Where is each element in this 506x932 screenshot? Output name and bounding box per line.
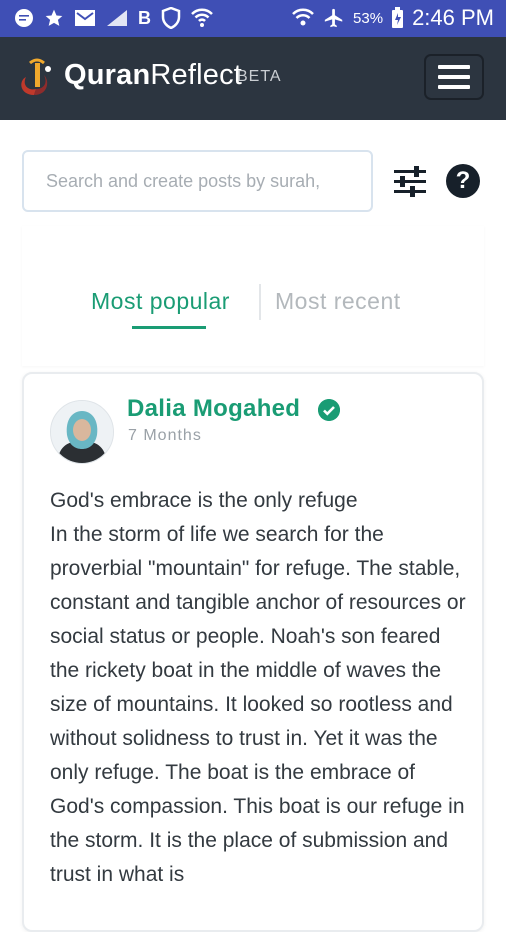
status-bar-right: 53% 2:46 PM xyxy=(291,5,494,31)
clock: 2:46 PM xyxy=(412,5,494,30)
wifi-icon xyxy=(191,8,213,27)
status-bar-left-icons: B xyxy=(14,7,213,29)
avatar[interactable] xyxy=(50,400,114,464)
brand-name-light: Reflect xyxy=(150,59,243,91)
b-icon: B xyxy=(138,7,151,28)
post-card[interactable]: Dalia Mogahed 7 Months God's embrace is … xyxy=(22,372,484,932)
avatar-image xyxy=(51,401,113,463)
status-bar: B 53% 2:46 PM xyxy=(0,0,506,37)
post-timestamp: 7 Months xyxy=(128,427,202,444)
active-tab-indicator xyxy=(132,326,206,329)
beta-badge: BETA xyxy=(237,68,282,85)
search-box[interactable] xyxy=(22,150,373,212)
feed-tabs: Most popular Most recent xyxy=(22,226,484,366)
brand-name-bold: Quran xyxy=(64,59,151,91)
signal-icon xyxy=(107,10,127,26)
hamburger-line xyxy=(438,75,470,79)
email-icon xyxy=(75,10,95,26)
tab-divider xyxy=(259,284,261,320)
brand-name: QuranReflect xyxy=(64,59,242,92)
tab-most-recent[interactable]: Most recent xyxy=(275,288,401,315)
star-icon xyxy=(45,9,63,26)
hamburger-line xyxy=(438,85,470,89)
shield-icon xyxy=(161,7,181,29)
hamburger-line xyxy=(438,65,470,69)
search-input[interactable] xyxy=(24,152,366,210)
post-title: God's embrace is the only refuge xyxy=(50,489,358,512)
airplane-icon xyxy=(324,8,343,28)
verified-badge-icon xyxy=(318,399,340,421)
battery-charging-icon xyxy=(392,7,404,28)
hamburger-menu-button[interactable] xyxy=(424,54,484,100)
battery-percent: 53% xyxy=(353,9,384,27)
post-author-name[interactable]: Dalia Mogahed xyxy=(127,395,300,423)
wifi-signal-icon xyxy=(292,8,314,26)
tab-most-popular[interactable]: Most popular xyxy=(91,288,230,315)
chat-bubble-icon xyxy=(15,9,33,27)
help-icon[interactable]: ? xyxy=(446,164,480,198)
post-text: In the storm of life we search for the p… xyxy=(50,523,466,886)
quranreflect-logo[interactable] xyxy=(14,55,60,103)
post-body: God's embrace is the only refuge In the … xyxy=(50,484,470,892)
app-header: QuranReflect BETA xyxy=(0,37,506,120)
filter-sliders-icon[interactable] xyxy=(392,163,428,199)
